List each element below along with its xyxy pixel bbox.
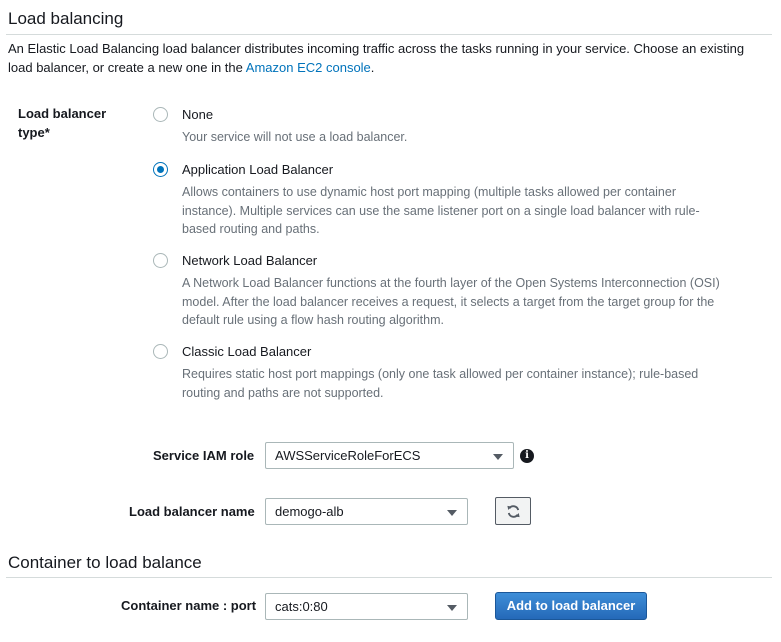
ec2-console-link[interactable]: Amazon EC2 console (246, 60, 371, 75)
radio-button-classic-load-balancer[interactable] (153, 344, 168, 359)
radio-button-network-load-balancer[interactable] (153, 253, 168, 268)
refresh-icon (507, 505, 520, 518)
load-balancing-description: An Elastic Load Balancing load balancer … (8, 39, 768, 77)
chevron-down-icon (447, 510, 457, 516)
radio-label-network-load-balancer[interactable]: Network Load Balancer (182, 252, 317, 269)
radio-description-network-load-balancer: A Network Load Balancer functions at the… (182, 276, 720, 327)
radio-button-none[interactable] (153, 107, 168, 122)
description-text: An Elastic Load Balancing load balancer … (8, 41, 745, 75)
load-balancer-name-value: demogo-alb (275, 504, 344, 519)
radio-description-classic-load-balancer: Requires static host port mappings (only… (182, 367, 699, 400)
service-iam-role-label: Service IAM role (153, 448, 255, 463)
load-balancer-name-label: Load balancer name (129, 504, 255, 519)
radio-button-application-load-balancer[interactable] (153, 162, 168, 177)
load-balancer-type-label: Load balancer type* (18, 106, 107, 140)
section-divider (6, 34, 772, 35)
radio-description-none: Your service will not use a load balance… (182, 130, 408, 144)
container-name-port-select[interactable]: cats:0:80 (265, 593, 468, 620)
load-balancer-name-select[interactable]: demogo-alb (265, 498, 468, 525)
chevron-down-icon (447, 605, 457, 611)
radio-label-none[interactable]: None (182, 106, 213, 123)
container-to-load-balance-title: Container to load balance (8, 553, 202, 572)
service-iam-role-select[interactable]: AWSServiceRoleForECS (265, 442, 514, 469)
chevron-down-icon (493, 454, 503, 460)
radio-label-classic-load-balancer[interactable]: Classic Load Balancer (182, 343, 311, 360)
refresh-button[interactable] (495, 497, 531, 525)
load-balancing-title: Load balancing (8, 9, 124, 28)
add-to-load-balancer-button[interactable]: Add to load balancer (495, 592, 647, 620)
service-iam-role-value: AWSServiceRoleForECS (275, 448, 421, 463)
description-suffix: . (370, 60, 375, 75)
info-icon[interactable]: i (520, 449, 534, 463)
container-name-port-label: Container name : port (121, 598, 257, 613)
radio-description-application-load-balancer: Allows containers to use dynamic host po… (182, 185, 700, 236)
section-divider (6, 577, 772, 578)
container-name-port-value: cats:0:80 (275, 599, 328, 614)
radio-label-application-load-balancer[interactable]: Application Load Balancer (182, 161, 333, 178)
